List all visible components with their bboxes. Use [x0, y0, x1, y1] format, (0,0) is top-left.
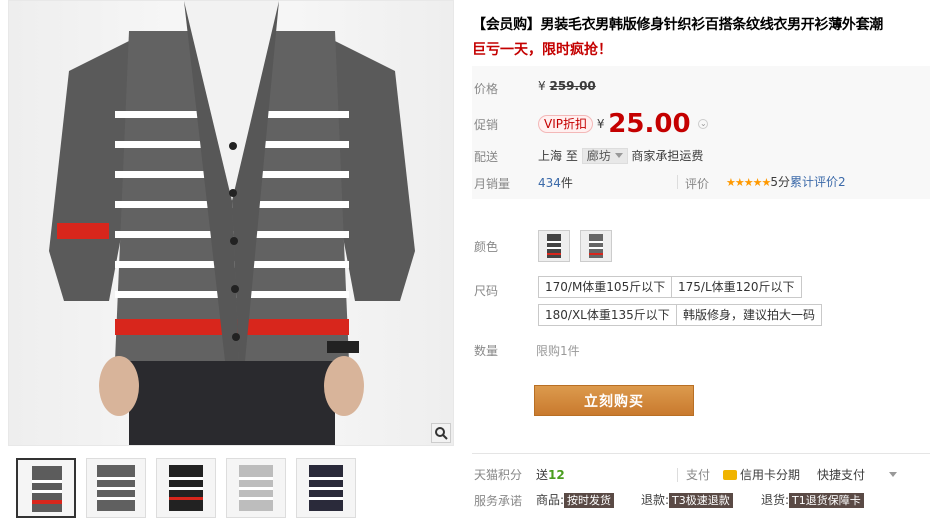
sales-unit: 件 — [560, 176, 573, 190]
product-info-panel: 【会员购】男装毛衣男韩版修身针织衫百搭条纹线衣男开衫薄外套潮 巨亏一天，限时疯抢… — [472, 0, 930, 527]
original-price: ¥ 259.00 — [538, 79, 596, 93]
service-label: 服务承诺 — [474, 494, 523, 508]
sales-label: 月销量 — [474, 177, 511, 191]
credit-card-label: 信用卡分期 — [740, 468, 801, 482]
size-label: 尺码 — [474, 284, 499, 298]
credit-card-icon — [723, 470, 737, 480]
divider — [677, 468, 678, 482]
thumbnail-3[interactable] — [156, 458, 216, 518]
service-goods: 商品: 按时发货 — [536, 491, 615, 508]
shipping-fee: 商家承担运费 — [631, 149, 704, 163]
product-subtitle: 巨亏一天，限时疯抢！ — [472, 42, 612, 58]
swatch-image — [547, 234, 561, 258]
sales-count: 434件 — [538, 174, 573, 191]
original-price-value: 259.00 — [549, 79, 596, 93]
sales-number: 434 — [538, 176, 561, 190]
rating-summary[interactable]: ★★★★★5分累计评价2 — [726, 173, 846, 190]
thumbnail-4[interactable] — [226, 458, 286, 518]
service-refund: 退款: T3极速退款 — [641, 491, 733, 508]
points-label: 天猫积分 — [474, 468, 523, 482]
cardigan-photo — [49, 1, 415, 445]
service-return: 退货: T1退货保障卡 — [761, 491, 864, 508]
currency-symbol: ¥ — [538, 79, 546, 93]
thumbnail-5[interactable] — [296, 458, 356, 518]
thumbnail-1[interactable] — [16, 458, 76, 518]
dropdown-arrow-icon[interactable] — [889, 472, 897, 477]
color-swatch-dark[interactable] — [538, 230, 570, 262]
points-prefix: 送 — [536, 468, 549, 482]
thumb-image — [32, 466, 62, 512]
review-text: 累计评价 — [789, 175, 838, 189]
buy-now-button[interactable]: 立刻购买 — [534, 385, 694, 416]
ship-to-word: 至 — [565, 149, 578, 163]
main-product-image[interactable] — [8, 0, 454, 446]
zoom-button[interactable] — [431, 423, 451, 443]
rating-label: 评价 — [685, 177, 710, 191]
thumb-image — [309, 465, 343, 511]
return-label: 退货: — [761, 493, 790, 507]
points-info: 送12 — [536, 466, 565, 483]
quick-pay[interactable]: 快捷支付 — [817, 466, 865, 483]
thumbnail-2[interactable] — [86, 458, 146, 518]
quantity-limit: 限购1件 — [536, 344, 580, 358]
return-tag[interactable]: T1退货保障卡 — [789, 493, 864, 508]
thumb-image — [97, 465, 135, 511]
promo-label: 促销 — [474, 118, 499, 132]
pay-label: 支付 — [686, 468, 711, 482]
currency-symbol: ¥ — [596, 117, 605, 131]
thumbnail-strip — [16, 458, 356, 518]
promo-price-value: 25.00 — [608, 109, 691, 139]
thumb-image — [239, 465, 273, 511]
refund-tag[interactable]: T3极速退款 — [669, 493, 733, 508]
shipping-label: 配送 — [474, 150, 499, 164]
quantity-label: 数量 — [474, 344, 499, 358]
size-option-xl[interactable]: 180/XL体重135斤以下 — [538, 304, 677, 326]
promo-price: VIP折扣 ¥ 25.00 ⌄ — [538, 109, 709, 139]
product-page: 【会员购】男装毛衣男韩版修身针织衫百搭条纹线衣男开衫薄外套潮 巨亏一天，限时疯抢… — [0, 0, 930, 527]
divider — [677, 175, 678, 189]
thumb-image — [169, 465, 203, 511]
price-box: 价格 ¥ 259.00 促销 VIP折扣 ¥ 25.00 ⌄ 配送 上海 至 廊… — [472, 66, 930, 199]
review-count: 2 — [837, 175, 846, 189]
goods-label: 商品: — [536, 493, 565, 507]
goods-tag[interactable]: 按时发货 — [564, 493, 615, 508]
chevron-down-icon[interactable]: ⌄ — [698, 119, 709, 129]
product-title: 【会员购】男装毛衣男韩版修身针织衫百搭条纹线衣男开衫薄外套潮 — [472, 17, 883, 33]
color-options — [538, 230, 618, 265]
price-label: 价格 — [474, 82, 499, 96]
ship-from: 上海 — [538, 149, 563, 163]
size-option-m[interactable]: 170/M体重105斤以下 — [538, 276, 673, 298]
color-swatch-grey[interactable] — [579, 230, 612, 262]
shipping-info: 上海 至 廊坊 商家承担运费 — [538, 147, 703, 164]
city-selector[interactable]: 廊坊 — [581, 148, 628, 164]
refund-label: 退款: — [641, 493, 670, 507]
service-info: 天猫积分 送12 支付 信用卡分期 快捷支付 服务承诺 商品: 按时发货 退款: T… — [472, 453, 930, 523]
rating-score: 5分 — [770, 175, 790, 189]
star-rating-icon: ★★★★★ — [726, 176, 771, 189]
color-label: 颜色 — [474, 240, 499, 254]
dropdown-arrow-icon — [614, 153, 623, 158]
points-value: 12 — [548, 468, 565, 482]
review-link[interactable]: 累计评价2 — [790, 175, 846, 189]
city-name: 廊坊 — [586, 149, 611, 163]
vip-discount-badge: VIP折扣 — [538, 115, 593, 133]
swatch-image — [588, 234, 603, 258]
credit-card-installment[interactable]: 信用卡分期 — [723, 466, 800, 483]
size-option-l[interactable]: 175/L体重120斤以下 — [671, 276, 802, 298]
magnifier-icon — [435, 427, 448, 440]
size-option-note[interactable]: 韩版修身，建议拍大一码 — [676, 304, 823, 326]
